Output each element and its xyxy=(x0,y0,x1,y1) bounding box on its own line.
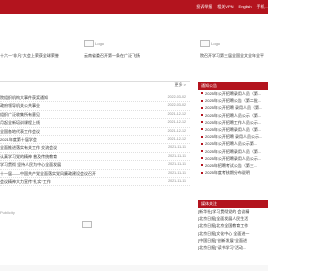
notice-item[interactable]: 2025年招聘考试公告（第三... xyxy=(198,162,268,169)
media-panel: 媒体关注 [新华社]学习贯彻党的 会议精 [北京日报]全面发展人民生活 [北京日… xyxy=(198,200,268,252)
more-link[interactable]: 更多 > xyxy=(175,82,186,88)
notice-item[interactable]: 2025年公开招聘录用人员（第... xyxy=(198,126,268,133)
broken-image-icon xyxy=(84,40,94,47)
news-list: 院组织机构大事件获奖通知 2022-03-02 政府领导机关公共事业 2022-03… xyxy=(0,94,190,187)
list-item[interactable]: 十一届——中国共产党全面落实党风廉政建设会议召开 2021-11-11 xyxy=(0,170,190,178)
bullet-icon xyxy=(201,171,203,174)
notice-panel: 通知公告 2025年公开招聘录用人员（第... 2025年公开招聘公告（第二批.… xyxy=(198,82,268,177)
notice-item[interactable]: 2025年公开招聘人员公示第... xyxy=(198,140,268,147)
picture-alt: Logo xyxy=(95,41,105,46)
nav-vpn[interactable]: 相关VPN xyxy=(217,4,233,10)
nav-english[interactable]: English xyxy=(239,4,252,10)
bullet-icon xyxy=(201,135,203,138)
bullet-icon xyxy=(201,157,203,160)
list-item[interactable]: 组织广泛收集所有意见 2021-12-12 xyxy=(0,111,190,120)
list-item[interactable]: 全国各地代表工作会议 2021-12-12 xyxy=(0,128,190,136)
media-item[interactable]: [新华社]学习贯彻党的 会议精 xyxy=(198,208,268,215)
media-item[interactable]: [北京日报]全面发展人民生活 xyxy=(198,215,268,222)
list-item[interactable]: 月起全新培训课程上线 2021-12-12 xyxy=(0,119,190,128)
list-item[interactable]: 认真学习党的精神 普及传统教育 2021-11-11 xyxy=(0,153,190,162)
notice-item[interactable]: 2025年度考核期分布说明 xyxy=(198,169,268,176)
bullet-icon xyxy=(201,149,203,152)
media-list: [新华社]学习贯彻党的 会议精 [北京日报]全面发展人民生活 [北京日报]北京全… xyxy=(198,208,268,252)
notice-item[interactable]: 2025年公开招聘 录用人员公示... xyxy=(198,133,268,140)
notice-item[interactable]: 2025年公开招聘录用人员（第... xyxy=(198,90,268,97)
list-item[interactable]: 2021年度第十届学会 2021-12-12 xyxy=(0,136,190,145)
bullet-icon xyxy=(201,99,203,102)
top-nav: 投诉举报 相关VPN English 手机... xyxy=(196,4,268,10)
notice-item[interactable]: 2025年公开招聘 录用人员（第... xyxy=(198,104,268,111)
picture-strip: 十六一"非凡"大会上荣获全球荣誉 Logo 云南省委召开第一条在广泛飞扬 Log… xyxy=(0,40,268,64)
nav-mobile[interactable]: 手机... xyxy=(257,4,268,10)
media-panel-title: 媒体关注 xyxy=(198,200,268,208)
picture-caption[interactable]: 十六一"非凡"大会上荣获全球荣誉 xyxy=(0,53,59,59)
picture-caption[interactable]: 院召开学习第三届全国全文全年全平 xyxy=(200,53,264,59)
list-item[interactable]: 学习贯彻 坚持人民为中心全面发展 2021-11-11 xyxy=(0,161,190,170)
list-item[interactable]: 政府领导机关公共事业 2022-03-02 xyxy=(0,102,190,111)
notice-item[interactable]: 2025年公开招聘公告（第二批... xyxy=(198,97,268,104)
footer-bar xyxy=(0,265,268,271)
bullet-icon xyxy=(201,92,203,95)
list-item[interactable]: 全面推进落实有关工作 交流会议 2021-11-11 xyxy=(0,144,190,153)
news-list-header: 更多 > xyxy=(0,82,190,92)
list-item[interactable]: 会议精神大力宣传"扎实"工作 2021-11-11 xyxy=(0,178,190,187)
top-bar: 投诉举报 相关VPN English 手机... xyxy=(0,0,268,14)
bullet-icon xyxy=(201,142,203,145)
footer-image xyxy=(82,221,92,228)
notice-item[interactable]: 2025年公开招聘录用人员（第... xyxy=(198,148,268,155)
list-item[interactable]: 院组织机构大事件获奖通知 2022-03-02 xyxy=(0,94,190,103)
notice-item[interactable]: 2025年公开招聘录用人员公示... xyxy=(198,155,268,162)
notice-item[interactable]: 2025年公开招聘人员公示（第... xyxy=(198,112,268,119)
broken-image-icon xyxy=(200,40,210,47)
picture-alt: Logo xyxy=(211,41,221,46)
media-item[interactable]: [北京日报]北京全国教育工作 xyxy=(198,222,268,229)
bullet-icon xyxy=(201,164,203,167)
notice-panel-title: 通知公告 xyxy=(198,82,268,90)
publicity-section: Publicity xyxy=(0,210,190,228)
nav-report[interactable]: 投诉举报 xyxy=(196,4,212,10)
media-item[interactable]: [中国日报]"创新发展"全面进 xyxy=(198,237,268,244)
notice-item[interactable]: 2025年公开招聘工作人员公示... xyxy=(198,119,268,126)
publicity-label: Publicity xyxy=(0,210,15,215)
bullet-icon xyxy=(201,106,203,109)
bullet-icon xyxy=(201,114,203,116)
broken-image-icon xyxy=(82,221,92,228)
bullet-icon xyxy=(201,121,203,124)
picture-caption[interactable]: 云南省委召开第一条在广泛飞扬 xyxy=(84,53,140,59)
bullet-icon xyxy=(201,128,203,131)
media-item[interactable]: [北京日报]文化中心 全面进一 xyxy=(198,230,268,237)
picture-item[interactable]: Logo 院召开学习第三届全国全文全年全平 xyxy=(200,40,264,58)
picture-item[interactable]: Logo 云南省委召开第一条在广泛飞扬 xyxy=(84,40,140,58)
media-item[interactable]: [北京日报]"读书学习"活动... xyxy=(198,244,268,251)
notice-list: 2025年公开招聘录用人员（第... 2025年公开招聘公告（第二批... 20… xyxy=(198,90,268,177)
